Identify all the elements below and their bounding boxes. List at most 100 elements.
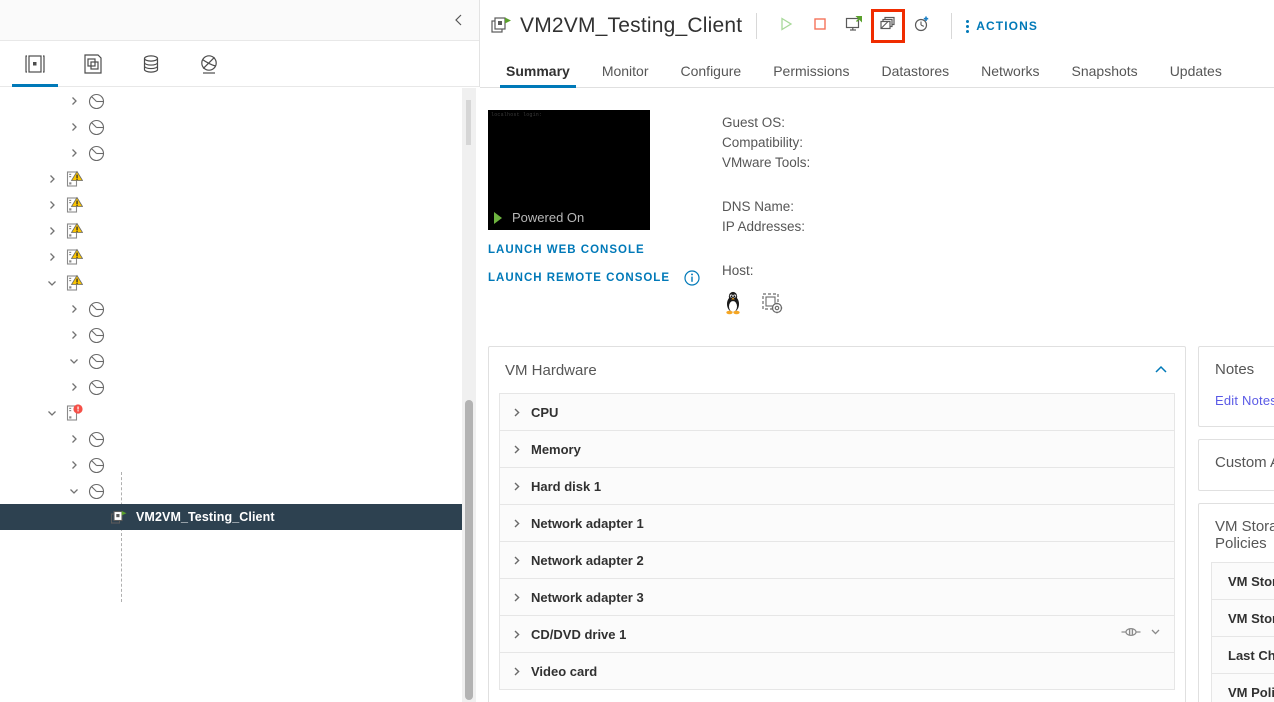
chevron-right-icon[interactable]: [44, 197, 60, 213]
chevron-right-icon[interactable]: [66, 145, 82, 161]
resource-pool-icon: [86, 144, 106, 162]
chevron-right-icon[interactable]: [510, 665, 523, 678]
power-on-button[interactable]: [771, 11, 801, 41]
chevron-right-icon[interactable]: [66, 119, 82, 135]
chevron-right-icon[interactable]: [510, 480, 523, 493]
prop-vmware-tools: VMware Tools:: [722, 153, 810, 173]
chevron-right-icon[interactable]: [66, 457, 82, 473]
sidebar-item-vms-and-templates[interactable]: [64, 41, 122, 86]
host-warning-icon: [64, 222, 84, 240]
chevron-left-icon[interactable]: [447, 8, 471, 32]
hardware-row[interactable]: Memory: [500, 431, 1174, 468]
launch-remote-console-link[interactable]: LAUNCH REMOTE CONSOLE: [488, 272, 670, 284]
notes-card: Notes Edit Notes: [1198, 346, 1274, 427]
chevron-right-icon[interactable]: [510, 517, 523, 530]
chevron-up-icon[interactable]: [1153, 362, 1169, 378]
launch-web-console-link[interactable]: LAUNCH WEB CONSOLE: [488, 244, 645, 256]
hardware-row[interactable]: Network adapter 3: [500, 579, 1174, 616]
launch-console-button[interactable]: [839, 11, 869, 41]
tree-row[interactable]: [0, 478, 462, 504]
chevron-right-icon[interactable]: [44, 223, 60, 239]
chevron-down-icon[interactable]: [44, 405, 60, 421]
chevron-right-icon[interactable]: [44, 249, 60, 265]
tree-row[interactable]: [0, 192, 462, 218]
host-warning-icon: [64, 274, 84, 292]
vm-storage-policies-table: VM Storage PoliciesVM Storage Policy Com…: [1211, 562, 1274, 702]
actions-menu-button[interactable]: ACTIONS: [966, 19, 1038, 33]
tree-row[interactable]: [0, 374, 462, 400]
tab-permissions[interactable]: Permissions: [757, 63, 865, 87]
chevron-right-icon[interactable]: [66, 431, 82, 447]
sidebar-item-hosts-and-clusters[interactable]: [6, 41, 64, 86]
hardware-row[interactable]: Network adapter 1: [500, 505, 1174, 542]
tree-row-selected-vm[interactable]: VM2VM_Testing_Client: [0, 504, 462, 530]
inventory-scrollbar-thumb[interactable]: [465, 400, 473, 700]
power-state-label: Powered On: [512, 210, 584, 225]
tree-row[interactable]: [0, 296, 462, 322]
tree-row[interactable]: [0, 400, 462, 426]
hardware-row[interactable]: Network adapter 2: [500, 542, 1174, 579]
tab-updates[interactable]: Updates: [1154, 63, 1238, 87]
console-thumbnail[interactable]: localhost login: Powered On: [488, 110, 650, 230]
chevron-right-icon[interactable]: [510, 628, 523, 641]
tree-row[interactable]: [0, 322, 462, 348]
hardware-row[interactable]: CD/DVD drive 1: [500, 616, 1174, 653]
tree-row[interactable]: [0, 348, 462, 374]
tab-snapshots[interactable]: Snapshots: [1056, 63, 1154, 87]
hardware-row[interactable]: CPU: [500, 394, 1174, 431]
hardware-row[interactable]: Video card: [500, 653, 1174, 690]
tree-rows: VM2VM_Testing_Client: [0, 87, 462, 530]
tree-row[interactable]: [0, 88, 462, 114]
sidebar-item-storage[interactable]: [122, 41, 180, 86]
caret-placeholder: [88, 509, 104, 525]
prop-host: Host:: [722, 261, 810, 281]
vm-storage-policies-card: VM Storage Policies VM Storage PoliciesV…: [1198, 503, 1274, 702]
tree-row[interactable]: [0, 244, 462, 270]
chevron-right-icon[interactable]: [66, 93, 82, 109]
take-snapshot-button[interactable]: [873, 11, 903, 41]
prop-ip-addresses: IP Addresses:: [722, 217, 810, 237]
snapshot-icon: [879, 15, 897, 38]
tree-row[interactable]: [0, 166, 462, 192]
tree-row[interactable]: [0, 452, 462, 478]
host-error-icon: [64, 404, 84, 422]
tree-row[interactable]: [0, 114, 462, 140]
chevron-right-icon[interactable]: [510, 554, 523, 567]
chevron-right-icon[interactable]: [510, 443, 523, 456]
chevron-right-icon[interactable]: [510, 406, 523, 419]
hardware-row-left: Hard disk 1: [510, 479, 601, 494]
inventory-tree[interactable]: VM2VM_Testing_Client: [0, 87, 480, 702]
tree-row[interactable]: [0, 426, 462, 452]
chevron-right-icon[interactable]: [66, 379, 82, 395]
hardware-row-left: Network adapter 3: [510, 590, 644, 605]
sidebar-item-networking[interactable]: [180, 41, 238, 86]
chevron-down-icon[interactable]: [1149, 625, 1162, 643]
tab-configure[interactable]: Configure: [665, 63, 758, 87]
tree-row[interactable]: [0, 270, 462, 296]
tab-monitor[interactable]: Monitor: [586, 63, 665, 87]
power-off-button[interactable]: [805, 11, 835, 41]
chevron-right-icon[interactable]: [66, 327, 82, 343]
chevron-right-icon[interactable]: [66, 301, 82, 317]
hardware-row[interactable]: Hard disk 1: [500, 468, 1174, 505]
chevron-right-icon[interactable]: [510, 591, 523, 604]
restore-snapshot-button[interactable]: [907, 11, 937, 41]
host-warning-icon: [64, 170, 84, 188]
tab-summary[interactable]: Summary: [490, 63, 586, 87]
chevron-right-icon[interactable]: [44, 171, 60, 187]
tree-row[interactable]: [0, 140, 462, 166]
chevron-down-icon[interactable]: [66, 483, 82, 499]
vm-hardware-header[interactable]: VM Hardware: [489, 347, 1185, 393]
inventory-scrollbar-cap: [466, 100, 471, 145]
tab-networks[interactable]: Networks: [965, 63, 1055, 87]
connector-icon[interactable]: [1121, 625, 1141, 643]
resource-pool-icon: [86, 378, 106, 396]
host-warning-icon: [64, 196, 84, 214]
chevron-down-icon[interactable]: [66, 353, 82, 369]
chevron-down-icon[interactable]: [44, 275, 60, 291]
tree-row[interactable]: [0, 218, 462, 244]
info-circle-icon[interactable]: [684, 270, 700, 286]
tab-datastores[interactable]: Datastores: [865, 63, 965, 87]
edit-notes-link[interactable]: Edit Notes: [1215, 393, 1274, 408]
tree-node-label: VM2VM_Testing_Client: [136, 510, 275, 524]
